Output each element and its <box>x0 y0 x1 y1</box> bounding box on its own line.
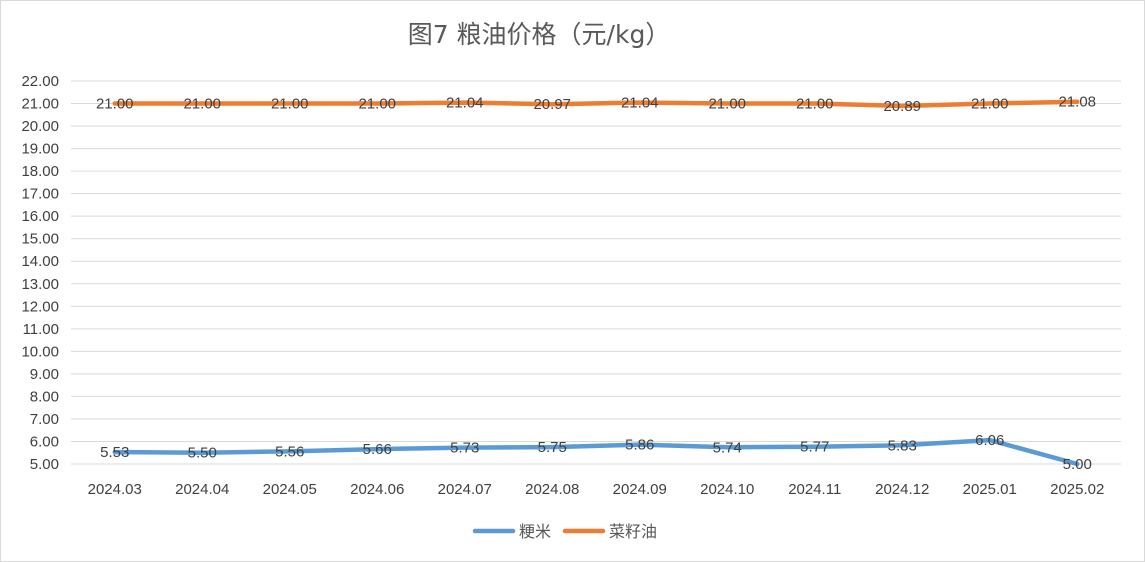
series-lines <box>112 99 1080 467</box>
data-label: 5.77 <box>800 439 829 456</box>
legend: 粳米 菜籽油 <box>472 522 657 541</box>
y-tick-label: 15.00 <box>21 231 59 248</box>
legend-label: 菜籽油 <box>609 522 657 541</box>
y-tick-label: 11.00 <box>23 321 59 338</box>
y-tick-label: 14.00 <box>21 253 59 270</box>
x-tick-label: 2024.06 <box>350 481 404 498</box>
data-label: 21.04 <box>446 95 484 112</box>
data-label: 21.00 <box>358 96 396 113</box>
data-label: 20.97 <box>533 96 571 113</box>
data-label: 5.50 <box>188 445 217 462</box>
y-tick-label: 12.00 <box>21 298 59 315</box>
x-tick-label: 2024.05 <box>263 481 317 498</box>
y-tick-label: 10.00 <box>21 343 59 360</box>
legend-label: 粳米 <box>519 522 551 541</box>
y-tick-label: 9.00 <box>30 366 59 383</box>
y-tick-label: 20.00 <box>21 118 59 135</box>
data-label: 20.89 <box>883 98 921 115</box>
x-axis-ticks: 2024.03 2024.04 2024.05 2024.06 2024.07 2024.… <box>88 481 1105 498</box>
y-tick-label: 17.00 <box>21 186 59 203</box>
data-label: 5.53 <box>100 444 129 461</box>
y-tick-label: 8.00 <box>30 388 59 405</box>
data-label: 5.66 <box>363 441 392 458</box>
data-label: 21.04 <box>621 95 659 112</box>
x-tick-label: 2024.08 <box>525 481 579 498</box>
data-label: 5.74 <box>713 439 742 456</box>
y-tick-label: 21.00 <box>21 96 59 113</box>
x-tick-label: 2024.09 <box>613 481 667 498</box>
grid-lines <box>71 80 1121 465</box>
data-label: 5.86 <box>625 437 654 454</box>
data-label: 5.75 <box>538 439 567 456</box>
data-label: 5.83 <box>888 437 917 454</box>
series-line-1 <box>112 437 1080 467</box>
y-tick-label: 18.00 <box>21 163 59 180</box>
y-tick-label: 7.00 <box>30 411 59 428</box>
data-label: 5.56 <box>275 443 304 460</box>
x-tick-label: 2024.03 <box>88 481 142 498</box>
data-label: 21.00 <box>708 96 746 113</box>
x-tick-label: 2024.04 <box>175 481 229 498</box>
y-axis-ticks: 5.00 6.00 7.00 8.00 9.00 10.00 11.00 12.00 13.00… <box>21 73 59 473</box>
y-tick-label: 5.00 <box>30 456 59 473</box>
data-label: 21.00 <box>183 96 221 113</box>
y-tick-label: 13.00 <box>21 276 59 293</box>
x-tick-label: 2025.02 <box>1050 481 1104 498</box>
line-chart: 图7 粮油价格（元/kg） 5.00 6.00 7.00 8.00 9.00 10.00 1… <box>21 20 1121 541</box>
chart-frame: 图7 粮油价格（元/kg） 5.00 6.00 7.00 8.00 9.00 10.00 1… <box>0 0 1145 562</box>
data-label: 5.00 <box>1063 456 1092 473</box>
x-tick-label: 2024.07 <box>438 481 492 498</box>
data-label: 21.08 <box>1058 94 1096 111</box>
x-tick-label: 2024.10 <box>700 481 754 498</box>
data-label: 21.00 <box>271 96 309 113</box>
x-tick-label: 2024.12 <box>875 481 929 498</box>
legend-item-2: 菜籽油 <box>562 522 657 541</box>
y-tick-label: 19.00 <box>21 141 59 158</box>
y-tick-label: 22.00 <box>21 73 59 90</box>
legend-item-1: 粳米 <box>472 522 551 541</box>
data-label: 6.06 <box>975 432 1004 449</box>
x-tick-label: 2024.11 <box>788 481 841 498</box>
chart-title: 图7 粮油价格（元/kg） <box>408 20 671 49</box>
x-tick-label: 2025.01 <box>963 481 1017 498</box>
y-tick-label: 16.00 <box>21 208 59 225</box>
data-label: 21.00 <box>796 96 834 113</box>
data-label: 5.73 <box>450 440 479 457</box>
data-label: 21.00 <box>96 96 134 113</box>
y-tick-label: 6.00 <box>30 433 59 450</box>
series-line-2 <box>112 99 1080 109</box>
data-label: 21.00 <box>971 96 1009 113</box>
